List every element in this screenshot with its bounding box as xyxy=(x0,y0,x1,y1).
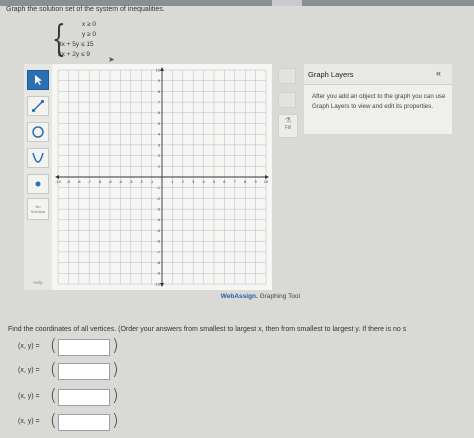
fill-button[interactable]: ⚗ Fill xyxy=(278,114,298,138)
fill-label: Fill xyxy=(284,125,292,131)
answer-label: (x, y) = xyxy=(18,367,40,374)
circle-tool[interactable] xyxy=(27,122,49,142)
answer-label: (x, y) = xyxy=(18,393,40,400)
x-tick-label: 10 xyxy=(264,180,268,184)
y-tick-label: 10 xyxy=(156,68,160,72)
graph-toolbar: No Solution Help xyxy=(24,64,52,290)
inequality-2: y ≥ 0 xyxy=(82,31,97,38)
answer-input-1[interactable] xyxy=(58,339,110,356)
coordinate-grid[interactable]: -10 -9 -8 -7 -6 -5 -4 -3 -2 -1 1 2 3 4 5 6 7 8 9 10 10 9 8 7 6 5 4… xyxy=(52,64,272,290)
undo-button[interactable] xyxy=(278,68,296,84)
close-paren: ) xyxy=(112,360,119,380)
y-tick-label: 8 xyxy=(158,90,160,94)
pointer-tool[interactable] xyxy=(27,70,49,90)
y-tick-label: 4 xyxy=(158,133,160,137)
x-tick-label: 1 xyxy=(171,180,173,184)
x-tick-label: 8 xyxy=(244,180,246,184)
open-paren: ( xyxy=(50,360,57,380)
x-tick-label: -2 xyxy=(140,180,143,184)
y-tick-label: -1 xyxy=(157,186,160,190)
point-icon xyxy=(35,181,41,187)
close-paren: ) xyxy=(112,386,119,406)
vertices-question: Find the coordinates of all vertices. (O… xyxy=(8,326,407,333)
y-tick-label: -9 xyxy=(157,272,160,276)
close-paren: ) xyxy=(112,336,119,356)
y-tick-label: -8 xyxy=(157,261,160,265)
answer-label: (x, y) = xyxy=(18,343,40,350)
x-tick-label: -1 xyxy=(150,180,153,184)
y-tick-label: 6 xyxy=(158,111,160,115)
brand-name: WebAssign. xyxy=(220,293,258,300)
no-solution-label: No Solution xyxy=(30,204,46,214)
close-paren: ) xyxy=(112,411,119,431)
parabola-icon xyxy=(32,152,44,163)
x-tick-label: 7 xyxy=(234,180,236,184)
graph-area[interactable]: -10 -9 -8 -7 -6 -5 -4 -3 -2 -1 1 2 3 4 5 6 7 8 9 10 10 9 8 7 6 5 4… xyxy=(52,64,272,290)
delete-button[interactable] xyxy=(278,92,296,108)
x-tick-label: -7 xyxy=(88,180,91,184)
y-tick-label: 5 xyxy=(158,122,160,126)
y-tick-label: 1 xyxy=(158,165,160,169)
y-tick-label: -2 xyxy=(157,197,160,201)
question-prompt: Graph the solution set of the system of … xyxy=(6,6,165,13)
y-tick-label: -7 xyxy=(157,250,160,254)
x-tick-label: -8 xyxy=(77,180,80,184)
y-tick-label: 2 xyxy=(158,154,160,158)
x-tick-label: -4 xyxy=(119,180,122,184)
answer-input-3[interactable] xyxy=(58,389,110,406)
graph-layers-panel: Graph Layers « After you add an object t… xyxy=(304,64,452,134)
x-tick-label: 2 xyxy=(182,180,184,184)
y-tick-label: -6 xyxy=(157,240,160,244)
line-tool[interactable] xyxy=(27,96,49,116)
x-tick-label: 9 xyxy=(255,180,257,184)
y-tick-label: -10 xyxy=(155,282,161,286)
brand-suffix: Graphing Tool xyxy=(259,293,300,300)
webassign-logo: WebAssign. Graphing Tool xyxy=(221,293,300,300)
point-tool[interactable] xyxy=(27,174,49,194)
answer-label: (x, y) = xyxy=(18,418,40,425)
inequality-4: 3x + 2y ≤ 9 xyxy=(58,51,90,58)
y-tick-label: -4 xyxy=(157,218,160,222)
scroll-thumb[interactable] xyxy=(272,0,302,6)
paint-bucket-icon: ⚗ xyxy=(284,116,292,125)
circle-icon xyxy=(32,126,44,138)
x-tick-label: -6 xyxy=(98,180,101,184)
y-tick-label: -3 xyxy=(157,208,160,212)
help-link[interactable]: Help xyxy=(24,280,52,285)
x-tick-label: -10 xyxy=(55,180,61,184)
graph-layers-header: Graph Layers « xyxy=(304,64,452,85)
mouse-cursor-icon: ➤ xyxy=(108,55,115,64)
y-tick-label: 9 xyxy=(158,79,160,83)
x-tick-label: -9 xyxy=(67,180,70,184)
graph-layers-title: Graph Layers xyxy=(308,70,354,79)
y-tick-label: -5 xyxy=(157,229,160,233)
x-tick-label: -5 xyxy=(108,180,111,184)
y-tick-label: 7 xyxy=(158,101,160,105)
answer-input-4[interactable] xyxy=(58,414,110,431)
open-paren: ( xyxy=(50,411,57,431)
inequality-3: 3x + 5y ≤ 15 xyxy=(58,41,94,48)
collapse-icon[interactable]: « xyxy=(436,68,441,78)
graph-footer: WebAssign. Graphing Tool xyxy=(52,290,300,304)
open-paren: ( xyxy=(50,386,57,406)
y-tick-label: 3 xyxy=(158,143,160,147)
x-tick-label: 5 xyxy=(213,180,215,184)
x-tick-label: 6 xyxy=(223,180,225,184)
no-solution-button[interactable]: No Solution xyxy=(27,198,49,220)
graph-layers-message: After you add an object to the graph you… xyxy=(312,93,446,110)
x-tick-label: -3 xyxy=(129,180,132,184)
answer-input-2[interactable] xyxy=(58,363,110,380)
open-paren: ( xyxy=(50,336,57,356)
inequality-1: x ≥ 0 xyxy=(82,21,97,28)
line-icon xyxy=(31,99,45,113)
x-tick-label: 3 xyxy=(192,180,194,184)
parabola-tool[interactable] xyxy=(27,148,49,168)
pointer-icon xyxy=(35,75,42,85)
x-tick-label: 4 xyxy=(203,180,205,184)
